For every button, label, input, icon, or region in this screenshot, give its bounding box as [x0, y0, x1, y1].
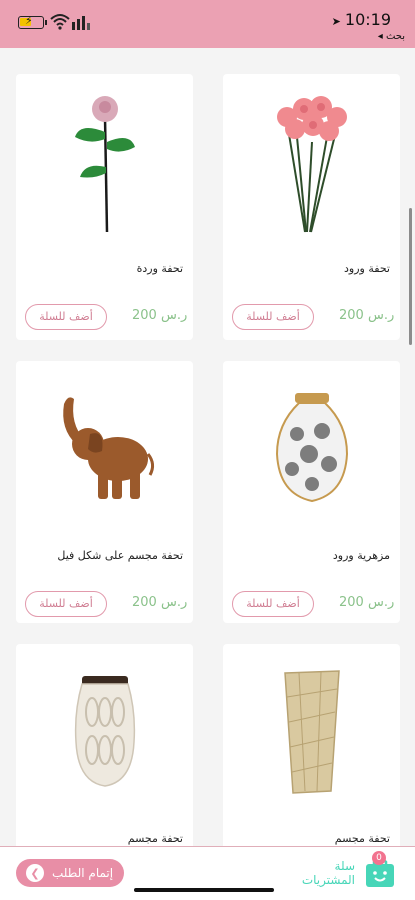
- signal-icon: [72, 14, 94, 30]
- product-name: تحفة مجسم: [127, 832, 183, 845]
- chevron-left-icon: ❮: [26, 864, 44, 882]
- product-card[interactable]: مزهرية ورود 200 ر.س أضف للسلة: [223, 361, 400, 623]
- elephant-figure-icon: [16, 361, 193, 536]
- location-arrow-icon: ➤: [331, 15, 341, 28]
- product-price: 200 ر.س: [132, 308, 188, 323]
- cart-label-line-1: سلة: [334, 859, 355, 873]
- product-name: مزهرية ورود: [332, 549, 390, 562]
- rose-bouquet-icon: [223, 74, 400, 249]
- add-to-cart-button[interactable]: أضف للسلة: [232, 304, 314, 330]
- product-name: تحفة مجسم على شكل فيل: [57, 549, 183, 562]
- white-vase-icon: [16, 644, 193, 819]
- checkout-label: إتمام الطلب: [52, 866, 114, 880]
- time-text: 10:19: [344, 10, 391, 29]
- cart-count-badge: 0: [372, 851, 386, 865]
- gold-vase-icon: [223, 644, 400, 819]
- product-name: تحفة وردة: [136, 262, 183, 275]
- back-to-search-link[interactable]: ◂ بحث: [378, 31, 405, 42]
- home-indicator[interactable]: [134, 888, 274, 892]
- add-to-cart-button[interactable]: أضف للسلة: [232, 591, 314, 617]
- product-card[interactable]: تحفة ورود 200 ر.س أضف للسلة: [223, 74, 400, 340]
- product-card[interactable]: تحفة مجسم على شكل فيل 200 ر.س أضف للسلة: [16, 361, 193, 623]
- product-name: تحفة ورود: [344, 262, 390, 275]
- floral-vase-icon: [223, 361, 400, 536]
- wifi-icon: [50, 14, 70, 30]
- product-name: تحفة مجسم: [334, 832, 390, 845]
- scrollbar[interactable]: [409, 208, 412, 345]
- add-to-cart-button[interactable]: أضف للسلة: [25, 591, 107, 617]
- cart-label[interactable]: سلة المشتريات: [302, 859, 355, 887]
- product-card[interactable]: تحفة مجسم: [223, 644, 400, 848]
- single-rose-icon: [16, 74, 193, 249]
- product-grid: تحفة ورود 200 ر.س أضف للسلة تحفة وردة 20…: [0, 48, 415, 848]
- add-to-cart-button[interactable]: أضف للسلة: [25, 304, 107, 330]
- product-card[interactable]: تحفة مجسم: [16, 644, 193, 848]
- product-card[interactable]: تحفة وردة 200 ر.س أضف للسلة: [16, 74, 193, 340]
- battery-icon: ⚡: [18, 14, 47, 29]
- status-bar: ⚡ ➤ 10:19 ◂ بحث: [0, 0, 415, 48]
- product-price: 200 ر.س: [339, 308, 395, 323]
- product-price: 200 ر.س: [132, 595, 188, 610]
- product-price: 200 ر.س: [339, 595, 395, 610]
- cart-label-line-2: المشتريات: [301, 873, 355, 887]
- checkout-button[interactable]: ❮ إتمام الطلب: [16, 859, 124, 887]
- clock: ➤ 10:19: [332, 10, 391, 29]
